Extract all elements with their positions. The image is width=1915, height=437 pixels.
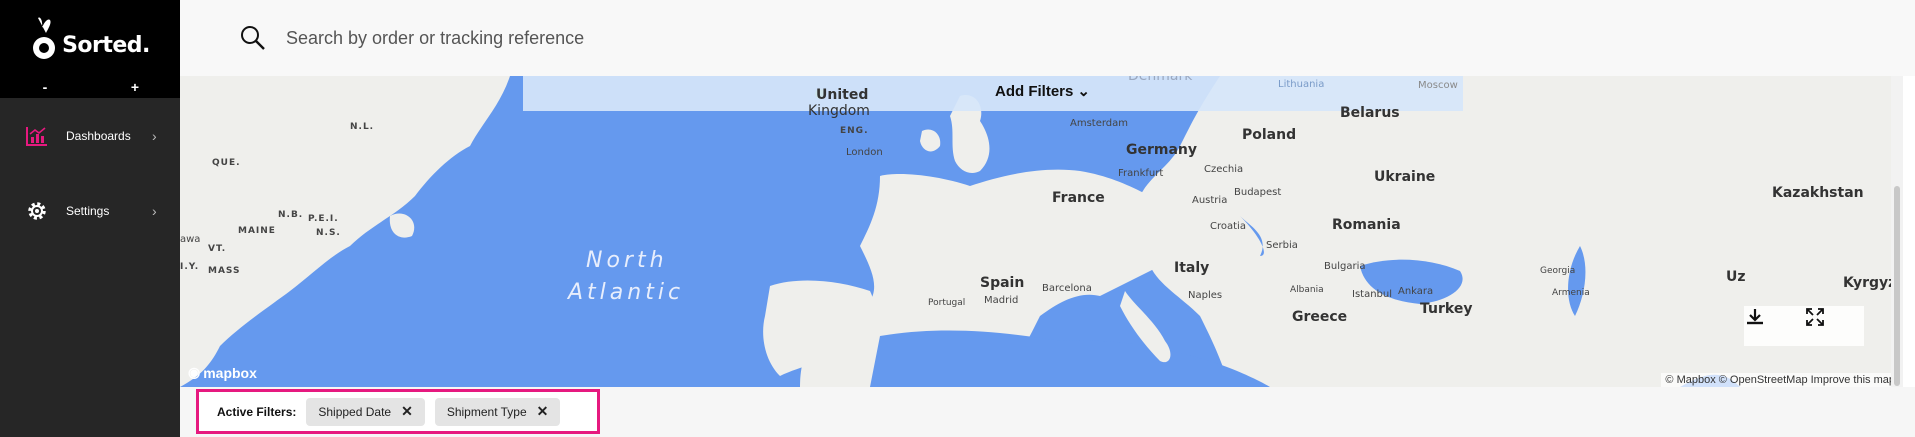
map-label-czechia: Czechia — [1204, 164, 1244, 175]
mapbox-label: mapbox — [203, 364, 257, 381]
map-label-united: United — [816, 87, 869, 103]
close-icon[interactable]: ✕ — [401, 403, 413, 420]
search-icon[interactable] — [238, 23, 268, 53]
map-label-uz: Uz — [1726, 269, 1746, 285]
map-label-ns: N.S. — [316, 228, 341, 238]
map-label-armenia: Armenia — [1552, 288, 1590, 298]
map-label-istanbul: Istanbul — [1352, 289, 1393, 300]
brand-logo[interactable]: Sorted. — [0, 0, 180, 76]
add-filters-button[interactable]: Add Filters ⌄ — [995, 82, 1090, 101]
shipments-map[interactable]: Add Filters ⌄ Lithuania Moscow Denmark U… — [180, 76, 1903, 387]
map-label-germany: Germany — [1126, 142, 1198, 158]
map-label-north: North — [586, 248, 668, 273]
chevron-right-icon: › — [152, 128, 157, 144]
sidebar-item-dashboards[interactable]: Dashboards › — [0, 106, 180, 166]
map-label-ukraine: Ukraine — [1374, 169, 1436, 185]
zoom-out-button[interactable]: - — [15, 79, 75, 95]
map-land — [180, 76, 1903, 387]
bar-chart-icon — [24, 123, 50, 149]
map-label-amsterdam: Amsterdam — [1070, 118, 1129, 129]
map-label-bulgaria: Bulgaria — [1324, 261, 1366, 272]
sidebar-item-label: Dashboards — [66, 129, 131, 143]
fullscreen-map-button[interactable] — [1804, 306, 1864, 346]
map-label-romania: Romania — [1332, 217, 1401, 233]
chevron-down-icon: ⌄ — [1077, 83, 1090, 100]
active-filters-title: Active Filters: — [217, 404, 297, 419]
brand-name: Sorted. — [62, 32, 150, 58]
map-label-london: London — [846, 147, 883, 158]
search-input[interactable] — [284, 26, 988, 50]
sidebar: Sorted. - + Dashboards › Settings › — [0, 0, 180, 437]
map-label-lithuania: Lithuania — [1278, 79, 1325, 90]
map-label-ny: I.Y. — [180, 262, 200, 272]
sidebar-item-settings[interactable]: Settings › — [0, 181, 180, 241]
map-label-greece: Greece — [1292, 309, 1348, 325]
map-label-belarus: Belarus — [1340, 105, 1400, 121]
map-label-turkey: Turkey — [1420, 301, 1473, 317]
filter-chip-label: Shipment Type — [446, 404, 527, 419]
map-label-pei: P.E.I. — [308, 214, 339, 224]
map-label-madrid: Madrid — [984, 295, 1019, 306]
map-label-denmark: Denmark — [1128, 76, 1193, 84]
map-label-budapest: Budapest — [1234, 187, 1282, 198]
map-label-eng: ENG. — [840, 126, 869, 136]
download-map-button[interactable] — [1744, 306, 1804, 346]
map-label-maine: MAINE — [238, 226, 276, 236]
map-label-frankfurt: Frankfurt — [1118, 168, 1164, 179]
map-label-awa: awa — [180, 234, 201, 245]
mapbox-logo[interactable]: ◉ mapbox — [188, 364, 257, 381]
filter-chip-label: Shipped Date — [318, 404, 392, 419]
close-icon[interactable]: ✕ — [537, 403, 549, 420]
map-label-italy: Italy — [1174, 260, 1210, 276]
map-label-kingdom: Kingdom — [808, 103, 870, 119]
top-search-bar — [180, 0, 1915, 76]
gear-icon — [24, 198, 50, 224]
filter-chip-shipped-date[interactable]: Shipped Date ✕ — [306, 397, 425, 426]
map-label-serbia: Serbia — [1266, 240, 1298, 251]
map-label-moscow: Moscow — [1418, 80, 1458, 91]
rabbit-logo-icon — [33, 17, 56, 59]
map-label-kazakhstan: Kazakhstan — [1772, 185, 1864, 201]
chevron-right-icon: › — [152, 203, 157, 219]
map-scrollbar[interactable] — [1891, 76, 1903, 387]
map-label-georgia: Georgia — [1540, 266, 1576, 276]
map-label-spain: Spain — [980, 275, 1025, 291]
scrollbar-thumb[interactable] — [1894, 186, 1900, 386]
map-label-nl: N.L. — [350, 122, 375, 132]
map-label-albania: Albania — [1290, 285, 1324, 295]
active-filters-box: Active Filters: Shipped Date ✕ Shipment … — [196, 389, 600, 434]
zoom-in-button[interactable]: + — [105, 79, 165, 95]
zoom-controls: - + — [0, 76, 180, 98]
sidebar-item-label: Settings — [66, 204, 110, 218]
map-label-naples: Naples — [1188, 290, 1223, 301]
map-label-croatia: Croatia — [1210, 221, 1246, 232]
map-label-atlantic: Atlantic — [568, 280, 685, 305]
map-attribution[interactable]: © Mapbox © OpenStreetMap Improve this ma… — [1661, 373, 1899, 387]
map-label-barcelona: Barcelona — [1042, 283, 1092, 294]
filter-chip-shipment-type[interactable]: Shipment Type ✕ — [434, 397, 561, 426]
map-label-portugal: Portugal — [928, 298, 966, 308]
map-label-vt: VT. — [208, 244, 227, 254]
active-filters-row: Active Filters: Shipped Date ✕ Shipment … — [180, 387, 1915, 437]
map-label-ankara: Ankara — [1398, 286, 1434, 297]
map-label-poland: Poland — [1242, 127, 1297, 143]
map-label-kyrgyz: Kyrgyz — [1843, 275, 1897, 291]
mapbox-icon: ◉ — [188, 364, 201, 380]
add-filters-label: Add Filters — [995, 82, 1074, 100]
map-label-france: France — [1052, 190, 1105, 206]
map-label-que: QUE. — [212, 158, 241, 168]
map-label-nb: N.B. — [278, 210, 304, 220]
map-label-mass: MASS — [208, 266, 241, 276]
map-label-austria: Austria — [1192, 195, 1228, 206]
